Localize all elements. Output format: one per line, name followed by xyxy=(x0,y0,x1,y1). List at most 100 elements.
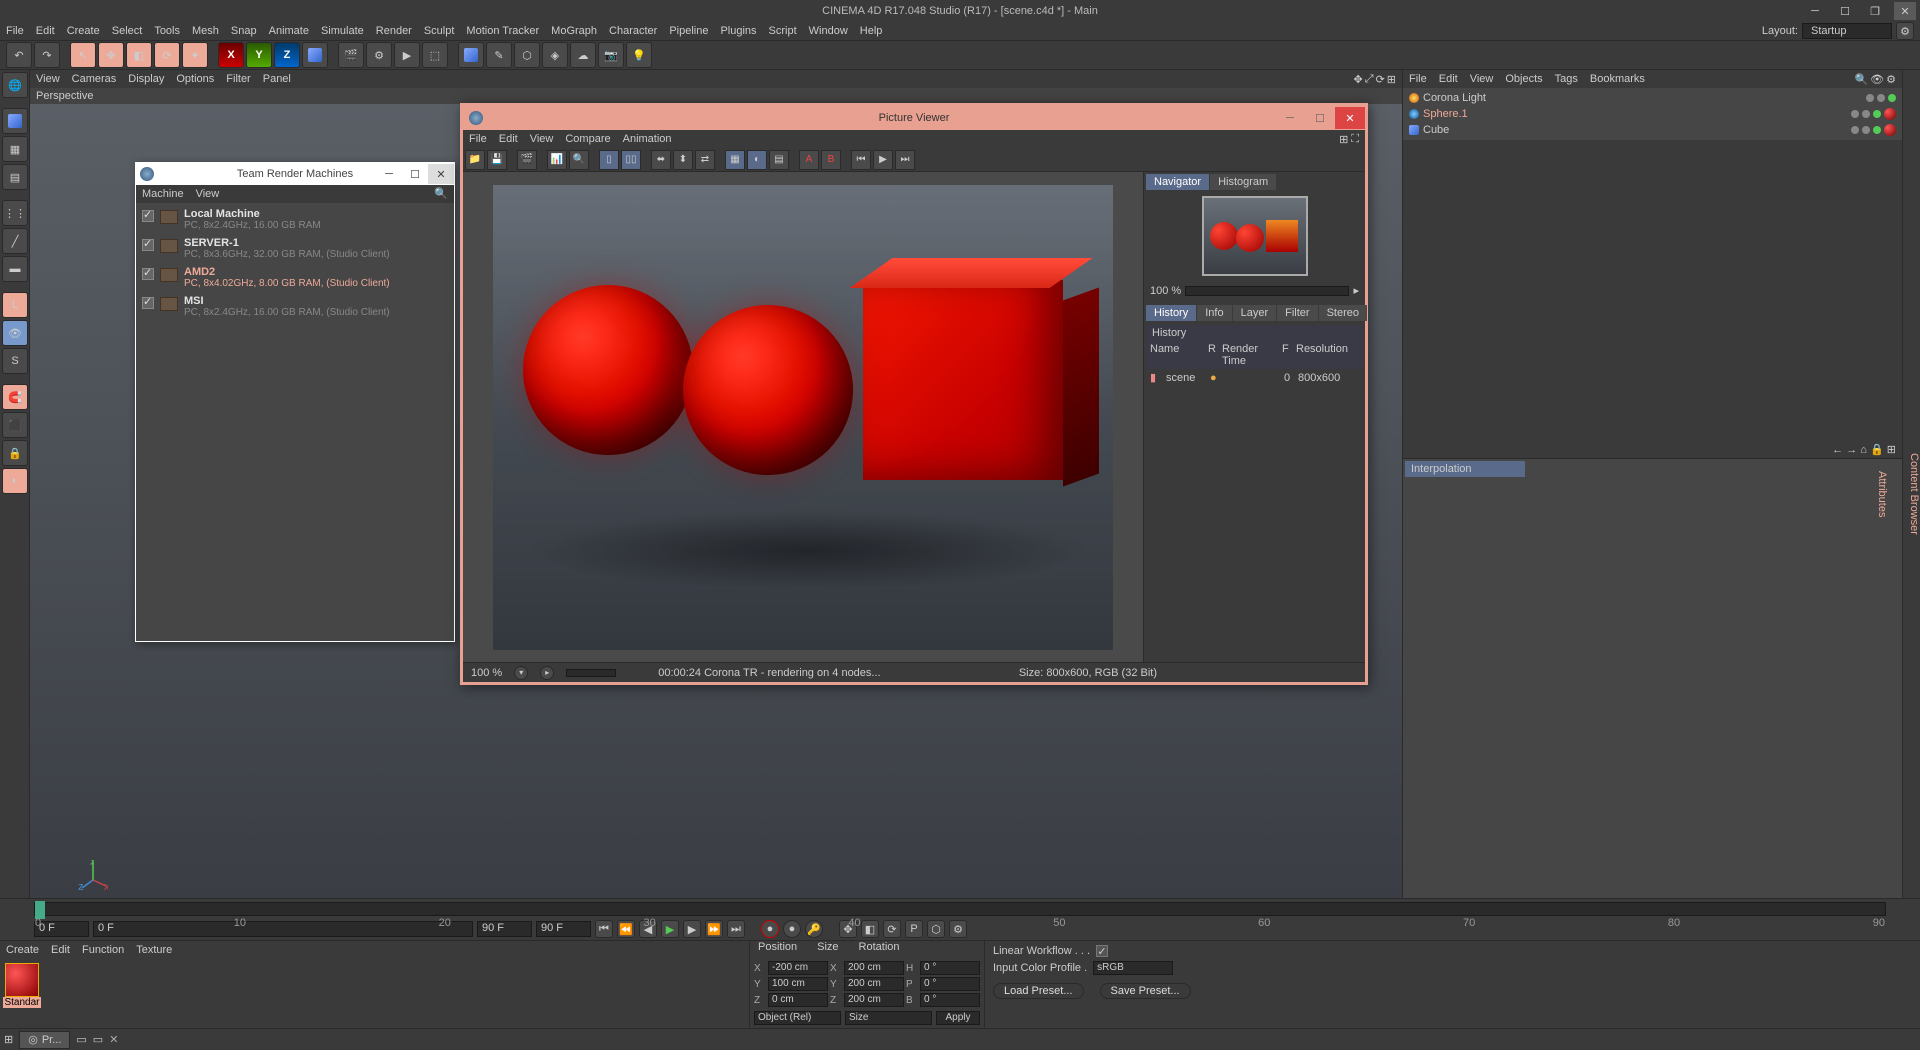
rot-b-field[interactable]: 0 ° xyxy=(920,993,980,1007)
attr-fwd-icon[interactable]: → xyxy=(1846,444,1857,456)
pos-x-field[interactable]: -200 cm xyxy=(768,961,828,975)
vp-menu-display[interactable]: Display xyxy=(128,73,164,85)
pv-zoom-btn-icon[interactable]: ▸ xyxy=(1353,284,1359,297)
vis-dot-icon[interactable] xyxy=(1862,126,1870,134)
trm-menu-machine[interactable]: Machine xyxy=(142,188,184,200)
linear-workflow-checkbox[interactable]: ✓ xyxy=(1096,945,1108,957)
add-light-icon[interactable]: 💡 xyxy=(626,42,652,68)
pv-menu-file[interactable]: File xyxy=(469,133,487,145)
pv-zoom-in-icon[interactable]: ▸ xyxy=(540,666,554,680)
quantize-icon[interactable]: ◐ xyxy=(2,468,28,494)
trm-checkbox[interactable] xyxy=(142,297,154,309)
obj-search-icon[interactable]: 🔍 xyxy=(1854,73,1868,86)
trm-checkbox[interactable] xyxy=(142,268,154,280)
scale-tool-icon[interactable]: ◧ xyxy=(126,42,152,68)
size-x-field[interactable]: 200 cm xyxy=(844,961,904,975)
size-z-field[interactable]: 200 cm xyxy=(844,993,904,1007)
axis-x-icon[interactable]: X xyxy=(218,42,244,68)
pv-prev-icon[interactable]: ⏮ xyxy=(851,150,871,170)
timeline[interactable]: 0 10 20 30 40 50 60 70 80 90 xyxy=(0,898,1920,918)
obj-menu-objects[interactable]: Objects xyxy=(1505,73,1542,85)
menu-create[interactable]: Create xyxy=(67,25,100,37)
vp-menu-view[interactable]: View xyxy=(36,73,60,85)
pv-titlebar[interactable]: Picture Viewer ─ ☐ ✕ xyxy=(463,106,1365,130)
menu-character[interactable]: Character xyxy=(609,25,657,37)
layout-config-icon[interactable]: ⚙ xyxy=(1896,22,1914,40)
vis-dot-icon[interactable] xyxy=(1851,126,1859,134)
workplane-icon[interactable]: ▤ xyxy=(2,164,28,190)
mat-menu-function[interactable]: Function xyxy=(82,944,124,956)
menu-tools[interactable]: Tools xyxy=(154,25,180,37)
taskbar-item[interactable]: ◎ Pr... xyxy=(19,1031,70,1049)
pv-menu-compare[interactable]: Compare xyxy=(565,133,610,145)
vp-menu-filter[interactable]: Filter xyxy=(226,73,250,85)
close-icon[interactable]: ✕ xyxy=(1335,107,1365,129)
point-mode-icon[interactable]: ⋮⋮ xyxy=(2,200,28,226)
menu-window[interactable]: Window xyxy=(809,25,848,37)
pv-zoom-out-icon[interactable]: ▾ xyxy=(514,666,528,680)
object-row[interactable]: Sphere.1 xyxy=(1405,106,1900,122)
render-picture-icon[interactable]: ▶ xyxy=(394,42,420,68)
pv-htab-stereo[interactable]: Stereo xyxy=(1319,305,1367,321)
edge-mode-icon[interactable]: ╱ xyxy=(2,228,28,254)
lock-icon[interactable]: 🔒 xyxy=(2,440,28,466)
minimize-icon[interactable]: ─ xyxy=(1275,107,1305,129)
trm-titlebar[interactable]: Team Render Machines ─ ☐ ✕ xyxy=(136,163,454,185)
render-settings-icon[interactable]: ⚙ xyxy=(366,42,392,68)
pos-z-field[interactable]: 0 cm xyxy=(768,993,828,1007)
add-cube-icon[interactable] xyxy=(458,42,484,68)
enable-dot-icon[interactable] xyxy=(1873,126,1881,134)
maximize-icon[interactable]: ☐ xyxy=(402,164,428,184)
enable-dot-icon[interactable] xyxy=(1873,110,1881,118)
object-name[interactable]: Sphere.1 xyxy=(1423,108,1468,120)
coord-mode2-select[interactable]: Size xyxy=(845,1011,932,1025)
vp-nav-icon[interactable]: ✥ xyxy=(1354,73,1363,86)
attr-new-icon[interactable]: ⊞ xyxy=(1887,444,1896,456)
start-icon[interactable]: ⊞ xyxy=(4,1033,13,1046)
pv-single-icon[interactable]: ▯ xyxy=(599,150,619,170)
recent-tool-icon[interactable]: ✦ xyxy=(182,42,208,68)
vp-layout-icon[interactable]: ⊞ xyxy=(1387,73,1396,86)
select-tool-icon[interactable]: ↖ xyxy=(70,42,96,68)
close-icon[interactable]: ✕ xyxy=(1894,2,1916,20)
pv-panel-icon[interactable]: ⊞ xyxy=(1339,133,1348,146)
minimize-icon[interactable]: ─ xyxy=(1804,2,1826,20)
pv-htab-filter[interactable]: Filter xyxy=(1277,305,1317,321)
material-tag-icon[interactable] xyxy=(1884,124,1896,136)
add-spline-icon[interactable]: ✎ xyxy=(486,42,512,68)
trm-machine-row[interactable]: SERVER-1PC, 8x3.6GHz, 32.00 GB RAM, (Stu… xyxy=(138,234,452,263)
menu-select[interactable]: Select xyxy=(112,25,143,37)
pv-col-r[interactable]: R xyxy=(1208,343,1218,367)
object-manager[interactable]: Corona Light Sphere.1 Cube xyxy=(1403,88,1902,140)
layout-select[interactable]: Startup xyxy=(1802,23,1892,39)
menu-motiontracker[interactable]: Motion Tracker xyxy=(466,25,539,37)
size-y-field[interactable]: 200 cm xyxy=(844,977,904,991)
pv-status-slider[interactable] xyxy=(566,669,616,677)
pv-next-icon[interactable]: ⏭ xyxy=(895,150,915,170)
attr-back-icon[interactable]: ← xyxy=(1832,444,1843,456)
task-mini-icon[interactable]: ▭ xyxy=(93,1033,103,1046)
model-mode-icon[interactable] xyxy=(2,108,28,134)
material-name[interactable]: Standar xyxy=(3,997,40,1008)
menu-file[interactable]: File xyxy=(6,25,24,37)
pv-col-res[interactable]: Resolution xyxy=(1296,343,1348,367)
pv-compare-v-icon[interactable]: ⬍ xyxy=(673,150,693,170)
soft-select-icon[interactable]: 🧲 xyxy=(2,384,28,410)
vis-dot-icon[interactable] xyxy=(1862,110,1870,118)
picture-viewer-window[interactable]: Picture Viewer ─ ☐ ✕ File Edit View Comp… xyxy=(460,103,1368,685)
obj-filter-icon[interactable]: ⚙ xyxy=(1886,73,1896,86)
trm-machine-row[interactable]: MSIPC, 8x2.4GHz, 16.00 GB RAM, (Studio C… xyxy=(138,292,452,321)
mat-menu-texture[interactable]: Texture xyxy=(136,944,172,956)
obj-menu-edit[interactable]: Edit xyxy=(1439,73,1458,85)
coord-apply-button[interactable]: Apply xyxy=(936,1011,980,1025)
pv-open-icon[interactable]: 📁 xyxy=(465,150,485,170)
attr-tab[interactable]: Interpolation xyxy=(1405,461,1525,477)
mat-menu-create[interactable]: Create xyxy=(6,944,39,956)
menu-snap[interactable]: Snap xyxy=(231,25,257,37)
menu-sculpt[interactable]: Sculpt xyxy=(424,25,455,37)
color-profile-select[interactable]: sRGB xyxy=(1093,961,1173,975)
coord-system-icon[interactable] xyxy=(302,42,328,68)
pv-col-f[interactable]: F xyxy=(1282,343,1292,367)
pv-histogram-icon[interactable]: 📊 xyxy=(547,150,567,170)
object-row[interactable]: Cube xyxy=(1405,122,1900,138)
